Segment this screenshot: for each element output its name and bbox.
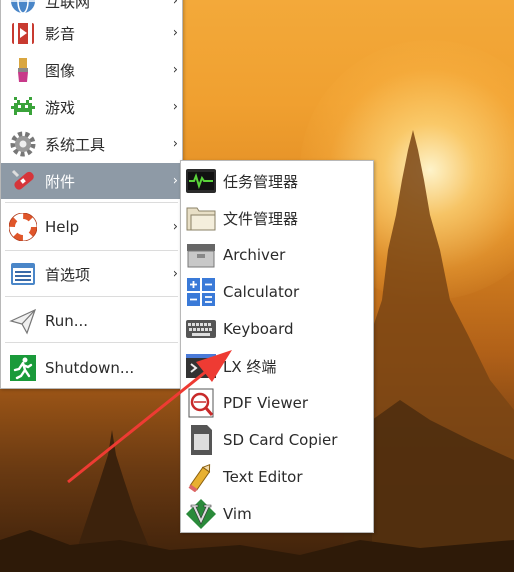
accessories-submenu: 任务管理器 文件管理器 Archiver Calculator Keyboard… — [180, 160, 374, 533]
menu-item-label: Help — [45, 218, 80, 236]
submenu-item-label: Text Editor — [223, 468, 303, 486]
chevron-right-icon: › — [172, 136, 178, 152]
submenu-item-file-manager[interactable]: 文件管理器 — [181, 200, 373, 236]
menu-item-label: 互联网 — [45, 0, 91, 11]
space-invader-icon — [7, 91, 39, 123]
menu-item-system-tools[interactable]: 系统工具 › — [1, 126, 182, 162]
task-manager-icon — [185, 165, 217, 197]
submenu-item-keyboard[interactable]: Keyboard — [181, 311, 373, 347]
paper-plane-icon — [7, 305, 39, 337]
chevron-right-icon: › — [172, 99, 178, 115]
swiss-knife-icon — [7, 165, 39, 197]
menu-item-label: Run... — [45, 312, 89, 330]
submenu-item-label: Vim — [223, 505, 252, 523]
exit-running-man-icon — [7, 352, 39, 384]
menu-item-label: 首选项 — [45, 265, 91, 284]
menu-item-accessories[interactable]: 附件 › — [1, 163, 182, 199]
chevron-right-icon: › — [172, 173, 178, 189]
menu-item-label: 图像 — [45, 61, 76, 80]
chevron-right-icon: › — [172, 62, 178, 78]
preferences-icon — [7, 258, 39, 290]
menu-item-label: 附件 — [45, 172, 76, 191]
submenu-item-label: PDF Viewer — [223, 394, 308, 412]
paintbrush-icon — [7, 54, 39, 86]
chevron-right-icon: › — [172, 219, 178, 235]
media-icon — [7, 17, 39, 49]
menu-separator — [5, 342, 178, 343]
vim-icon — [185, 498, 217, 530]
chevron-right-icon: › — [172, 25, 178, 41]
submenu-item-label: 任务管理器 — [223, 172, 299, 191]
submenu-item-sd-card-copier[interactable]: SD Card Copier — [181, 422, 373, 458]
menu-item-help[interactable]: Help › — [1, 209, 182, 245]
menu-separator — [5, 296, 178, 297]
submenu-item-vim[interactable]: Vim — [181, 496, 373, 532]
submenu-item-archiver[interactable]: Archiver — [181, 237, 373, 273]
calculator-icon — [185, 276, 217, 308]
menu-item-media[interactable]: 影音 › — [1, 15, 182, 51]
menu-item-label: 影音 — [45, 24, 76, 43]
submenu-item-label: SD Card Copier — [223, 431, 338, 449]
pdf-viewer-icon — [185, 387, 217, 419]
submenu-item-lx-terminal[interactable]: LX 终端 — [181, 348, 373, 384]
chevron-right-icon: › — [172, 0, 178, 9]
keyboard-icon — [185, 313, 217, 345]
submenu-item-label: Keyboard — [223, 320, 294, 338]
menu-item-label: 游戏 — [45, 98, 76, 117]
submenu-item-label: Calculator — [223, 283, 300, 301]
submenu-item-label: LX 终端 — [223, 357, 277, 376]
submenu-item-text-editor[interactable]: Text Editor — [181, 459, 373, 495]
pencil-icon — [185, 461, 217, 493]
sd-card-icon — [185, 424, 217, 456]
menu-separator — [5, 250, 178, 251]
main-menu: 互联网 › 影音 › 图像 › 游戏 › 系统工具 › 附件 › Help › … — [0, 0, 183, 389]
menu-separator — [5, 202, 178, 203]
submenu-item-label: Archiver — [223, 246, 286, 264]
menu-item-label: 系统工具 — [45, 135, 106, 154]
menu-item-shutdown[interactable]: Shutdown... — [1, 350, 182, 386]
chevron-right-icon: › — [172, 266, 178, 282]
folder-icon — [185, 202, 217, 234]
archive-box-icon — [185, 239, 217, 271]
terminal-icon — [185, 350, 217, 382]
submenu-item-label: 文件管理器 — [223, 209, 299, 228]
lifebuoy-icon — [7, 211, 39, 243]
submenu-item-pdf-viewer[interactable]: PDF Viewer — [181, 385, 373, 421]
menu-item-run[interactable]: Run... — [1, 303, 182, 339]
gear-icon — [7, 128, 39, 160]
menu-item-games[interactable]: 游戏 › — [1, 89, 182, 125]
menu-item-label: Shutdown... — [45, 359, 135, 377]
submenu-item-calculator[interactable]: Calculator — [181, 274, 373, 310]
menu-item-preferences[interactable]: 首选项 › — [1, 256, 182, 292]
menu-item-graphics[interactable]: 图像 › — [1, 52, 182, 88]
submenu-item-task-manager[interactable]: 任务管理器 — [181, 163, 373, 199]
